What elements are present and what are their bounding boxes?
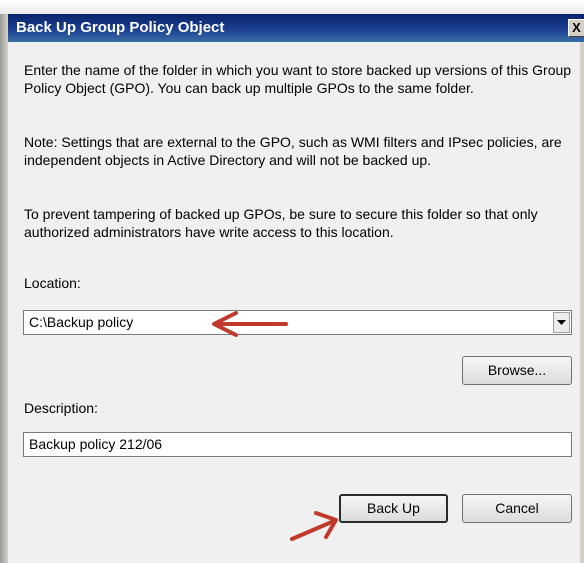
browse-button[interactable]: Browse... bbox=[462, 356, 572, 385]
intro-text: Enter the name of the folder in which yo… bbox=[24, 62, 572, 96]
description-value: Backup policy 212/06 bbox=[29, 436, 163, 452]
description-field[interactable]: Backup policy 212/06 bbox=[23, 432, 572, 457]
dialog-title: Back Up Group Policy Object bbox=[16, 19, 225, 36]
back-up-button[interactable]: Back Up bbox=[339, 494, 448, 523]
title-bar[interactable]: Back Up Group Policy Object X bbox=[8, 14, 584, 42]
close-button[interactable]: X bbox=[568, 19, 584, 37]
window-left-frame bbox=[0, 14, 8, 563]
location-dropdown-button[interactable] bbox=[553, 312, 570, 333]
window-right-frame bbox=[580, 42, 584, 563]
chevron-down-icon bbox=[557, 320, 566, 325]
note-text: Note: Settings that are external to the … bbox=[24, 134, 562, 168]
warning-text: To prevent tampering of backed up GPOs, … bbox=[24, 206, 538, 240]
annotation-arrow-location bbox=[212, 311, 288, 337]
location-label: Location: bbox=[24, 275, 81, 291]
location-combobox[interactable]: C:\Backup policy bbox=[23, 310, 572, 335]
location-value: C:\Backup policy bbox=[29, 314, 134, 330]
description-label: Description: bbox=[24, 400, 98, 416]
window-top-strip bbox=[0, 0, 584, 14]
close-icon: X bbox=[572, 20, 581, 35]
cancel-button[interactable]: Cancel bbox=[462, 494, 572, 523]
backup-gpo-dialog: Back Up Group Policy Object X Enter the … bbox=[0, 0, 584, 563]
annotation-arrow-backup bbox=[290, 511, 338, 541]
